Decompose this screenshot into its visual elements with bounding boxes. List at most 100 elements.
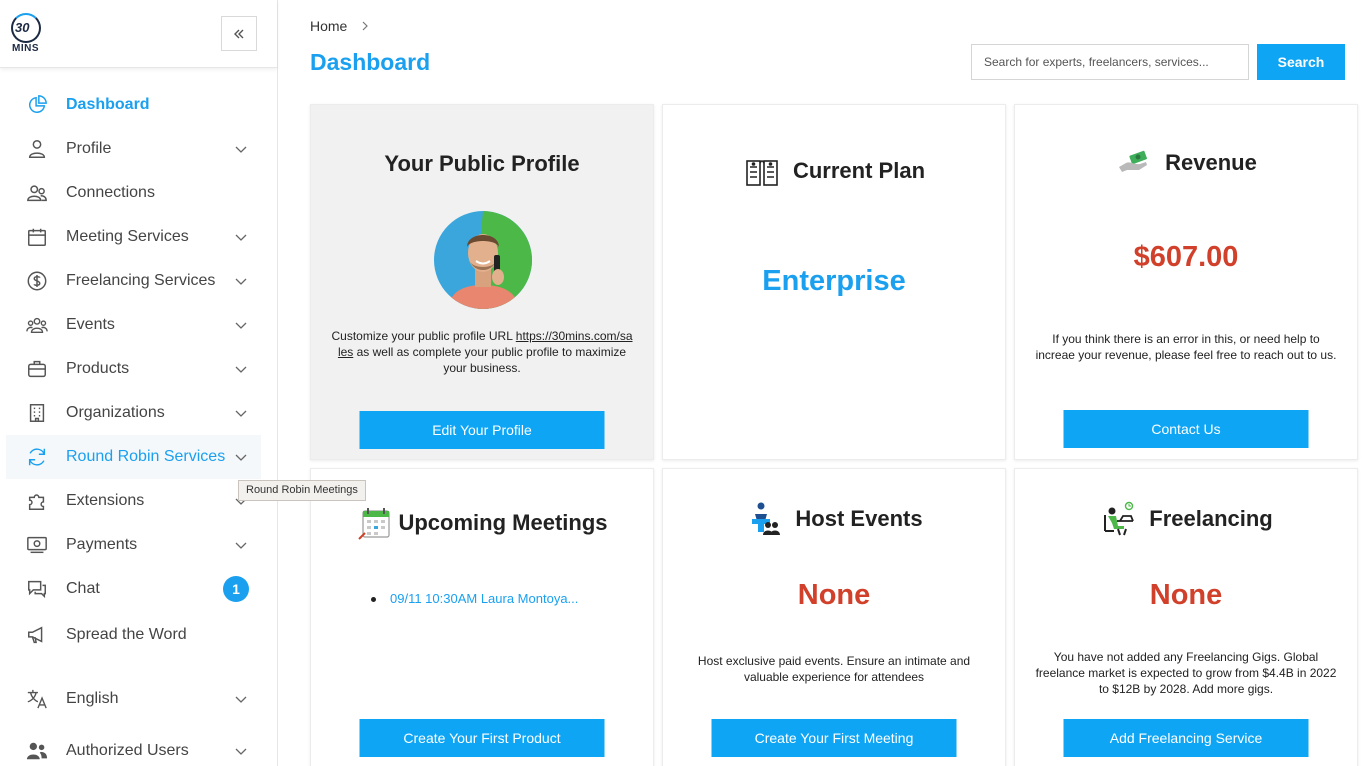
upcoming-meetings-card: Upcoming Meetings 09/11 10:30AM Laura Mo…: [310, 468, 654, 766]
translate-icon: [26, 688, 48, 710]
chevron-down-icon: [235, 454, 247, 461]
sidebar-item-label: Products: [66, 360, 130, 377]
freelancer-icon: [1099, 501, 1137, 537]
sidebar-item-round-robin-services[interactable]: Round Robin Services: [6, 435, 261, 479]
card-title-row: Upcoming Meetings: [311, 505, 653, 541]
sidebar-item-label: Profile: [66, 140, 112, 157]
profile-text-before: Customize your public profile URL: [331, 329, 516, 343]
sidebar-item-label: Dashboard: [66, 96, 150, 113]
sidebar-item-label: Round Robin Services: [66, 448, 226, 465]
sidebar: 30 MINS Dashboard Profile Connections Me…: [0, 0, 366, 766]
building-icon: [26, 402, 48, 424]
chevron-down-icon: [235, 366, 247, 373]
card-title-row: Revenue: [1015, 145, 1357, 181]
breadcrumb: Home: [310, 18, 369, 34]
app: 30 MINS Dashboard Profile Connections Me…: [0, 0, 1370, 766]
profile-description: Customize your public profile URL https:…: [331, 328, 633, 376]
chevron-down-icon: [235, 278, 247, 285]
plan-value: Enterprise: [762, 265, 906, 297]
revenue-description: If you think there is an error in this, …: [1035, 332, 1337, 362]
card-title: Host Events: [795, 506, 923, 531]
sidebar-tooltip: Round Robin Meetings: [238, 480, 366, 501]
sidebar-item-label: English: [66, 690, 119, 707]
sidebar-item-products[interactable]: Products: [6, 347, 261, 391]
list-item[interactable]: 09/11 10:30AM Laura Montoya...: [371, 591, 578, 606]
sidebar-item-events[interactable]: Events: [6, 303, 261, 347]
calendar-icon: [26, 226, 48, 248]
avatar-image: [434, 211, 532, 309]
breadcrumb-home[interactable]: Home: [310, 18, 347, 34]
chat-unread-badge: 1: [223, 576, 249, 602]
card-title-row: Host Events: [663, 501, 1005, 537]
puzzle-icon: [26, 490, 48, 512]
dollar-circle-icon: [26, 270, 48, 292]
revenue-card: Revenue $607.00 If you think there is an…: [1014, 104, 1358, 460]
card-title: Your Public Profile: [384, 151, 580, 176]
chevron-down-icon: [235, 696, 247, 703]
card-title: Current Plan: [792, 158, 926, 183]
megaphone-icon: [26, 624, 48, 646]
revenue-value: $607.00: [1133, 241, 1239, 273]
chevron-down-icon: [235, 234, 247, 241]
sidebar-item-label: Meeting Services: [66, 228, 189, 245]
chevron-down-icon: [235, 322, 247, 329]
freelancing-value: None: [1149, 579, 1223, 611]
money-hand-icon: [1115, 145, 1153, 181]
sidebar-item-connections[interactable]: Connections: [6, 171, 261, 215]
chat-icon: [26, 578, 48, 600]
sidebar-item-freelancing-services[interactable]: Freelancing Services: [6, 259, 261, 303]
host-events-description: Host exclusive paid events. Ensure an in…: [697, 654, 971, 684]
edit-profile-button[interactable]: Edit Your Profile: [359, 411, 605, 449]
create-first-meeting-button[interactable]: Create Your First Meeting: [711, 719, 957, 757]
calendar-clock-icon: [356, 505, 394, 541]
sidebar-item-chat[interactable]: Chat 1: [6, 567, 261, 611]
search-button[interactable]: Search: [1257, 44, 1345, 80]
sidebar-item-label: Authorized Users: [66, 742, 189, 759]
sidebar-item-label: Events: [66, 316, 115, 333]
logo-bar: 30 MINS: [0, 0, 277, 68]
sidebar-item-extensions[interactable]: Extensions: [6, 479, 261, 523]
presenter-icon: [745, 501, 783, 537]
sidebar-item-label: Extensions: [66, 492, 145, 509]
chevron-down-icon: [235, 542, 247, 549]
sidebar-item-label: Payments: [66, 536, 138, 553]
sidebar-item-dashboard[interactable]: Dashboard: [6, 83, 261, 127]
host-events-value: None: [797, 579, 871, 611]
public-profile-card: Your Public Profile Customize your publi…: [310, 104, 654, 460]
chevron-down-icon: [235, 410, 247, 417]
create-first-product-button[interactable]: Create Your First Product: [359, 719, 605, 757]
sidebar-item-label: Spread the Word: [66, 626, 187, 643]
sidebar-item-label: Freelancing Services: [66, 272, 216, 289]
card-title-row: Current Plan: [663, 153, 1005, 189]
sidebar-item-spread-the-word[interactable]: Spread the Word: [6, 613, 261, 657]
card-title: Upcoming Meetings: [398, 510, 608, 535]
sidebar-item-meeting-services[interactable]: Meeting Services: [6, 215, 261, 259]
user-icon: [26, 138, 48, 160]
sidebar-item-label: Organizations: [66, 404, 165, 421]
sidebar-item-label: Connections: [66, 184, 155, 201]
collapse-sidebar-button[interactable]: [221, 16, 257, 51]
sidebar-item-profile[interactable]: Profile: [6, 127, 261, 171]
chevron-down-icon: [235, 748, 247, 755]
sidebar-nav: Dashboard Profile Connections Meeting Se…: [6, 83, 261, 766]
page-title: Dashboard: [310, 49, 431, 75]
sidebar-item-payments[interactable]: Payments: [6, 523, 261, 567]
users-filled-icon: [26, 740, 48, 762]
current-plan-card: Current Plan Enterprise: [662, 104, 1006, 460]
search-input[interactable]: [971, 44, 1249, 80]
add-freelancing-service-button[interactable]: Add Freelancing Service: [1063, 719, 1309, 757]
chevron-down-icon: [235, 146, 247, 153]
card-title: Freelancing: [1149, 506, 1273, 531]
group-icon: [26, 314, 48, 336]
avatar: [434, 211, 532, 309]
sidebar-item-label: Chat: [66, 580, 100, 597]
card-title: Revenue: [1165, 150, 1257, 175]
sidebar-item-authorized-users[interactable]: Authorized Users: [6, 729, 261, 766]
refresh-icon: [26, 446, 48, 468]
host-events-card: Host Events None Host exclusive paid eve…: [662, 468, 1006, 766]
sidebar-item-language[interactable]: English: [6, 677, 261, 721]
sidebar-item-organizations[interactable]: Organizations: [6, 391, 261, 435]
upcoming-meetings-list: 09/11 10:30AM Laura Montoya...: [371, 591, 578, 606]
logo[interactable]: 30 MINS: [10, 12, 44, 56]
contact-us-button[interactable]: Contact Us: [1063, 410, 1309, 448]
